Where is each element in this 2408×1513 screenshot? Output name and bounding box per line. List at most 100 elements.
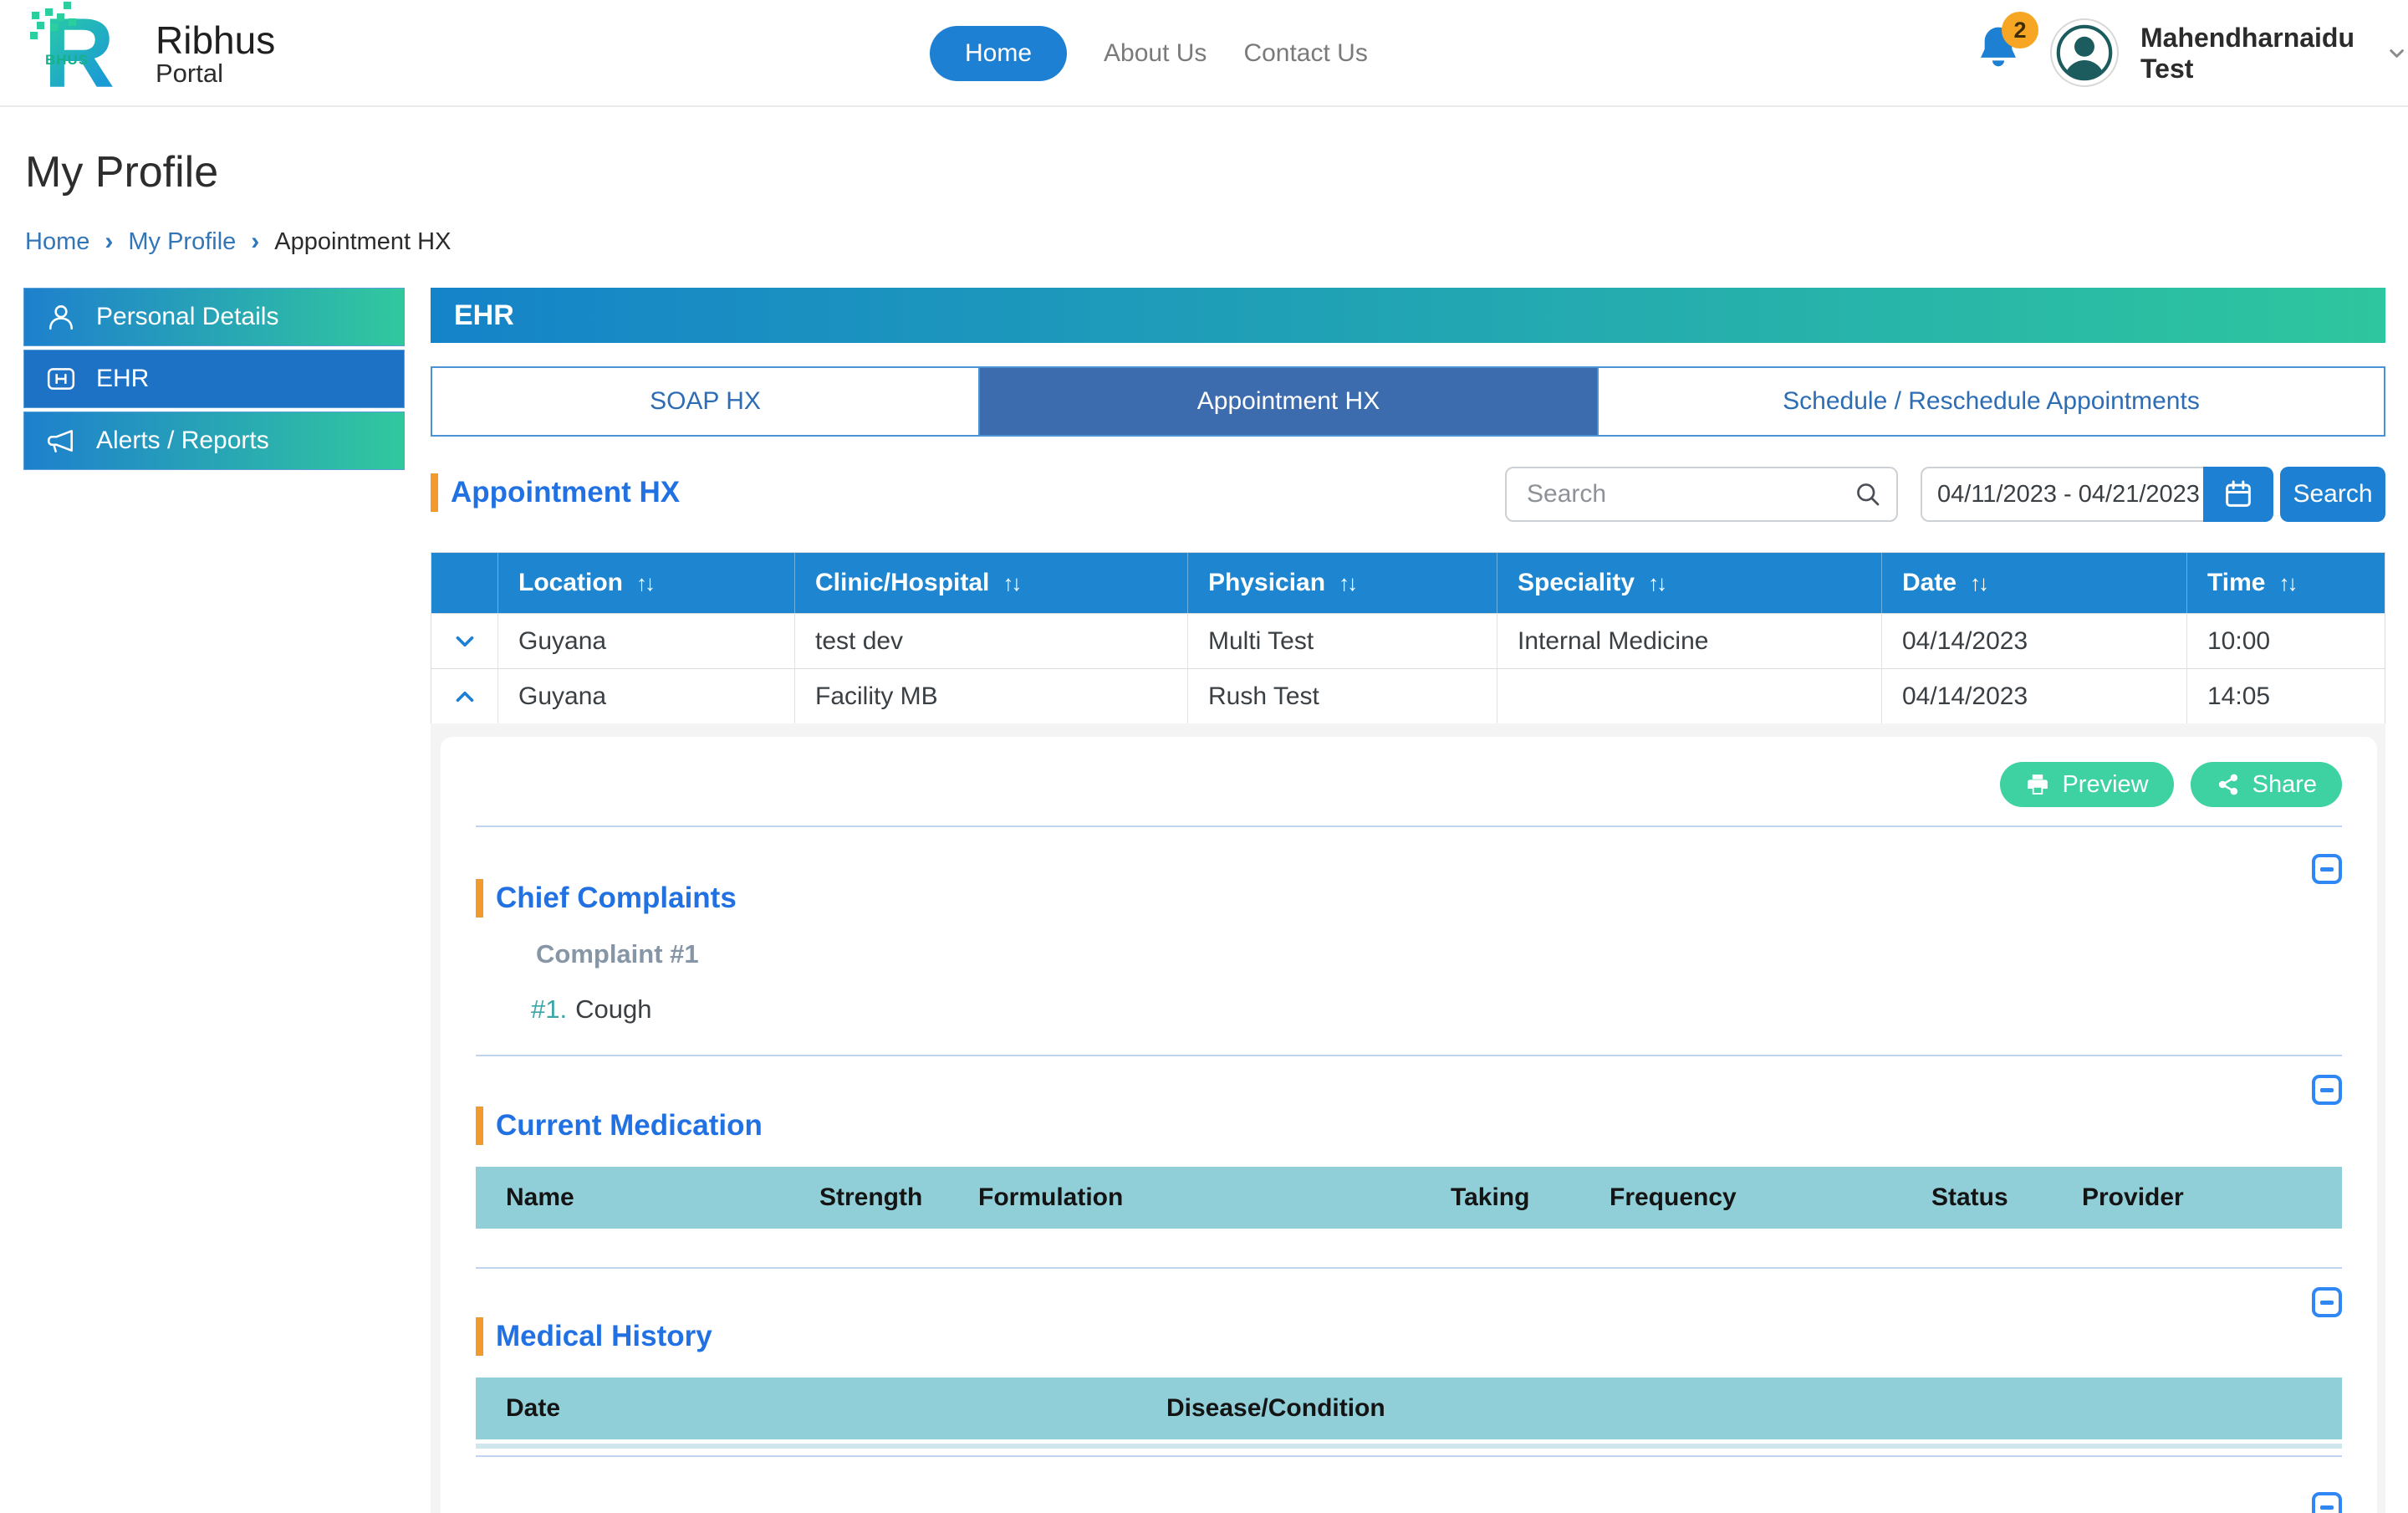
row-time: 10:00 (2207, 627, 2270, 656)
col-speciality[interactable]: Speciality ↑↓ (1497, 553, 1882, 613)
sidebar-item-ehr[interactable]: EHR (23, 350, 405, 408)
col-physician[interactable]: Physician ↑↓ (1188, 553, 1497, 613)
chief-complaints-heading: Chief Complaints (476, 827, 2342, 918)
minus-icon (2320, 867, 2334, 872)
nav-about-us[interactable]: About Us (1104, 39, 1207, 68)
sidebar-item-alerts-reports[interactable]: Alerts / Reports (23, 411, 405, 470)
search-input[interactable] (1505, 467, 1898, 522)
section-title: Medical History (496, 1320, 712, 1353)
user-name: Mahendharnaidu Test (2140, 23, 2374, 84)
sidebar: Personal Details EHR Alerts / Reports (23, 288, 405, 473)
megaphone-icon (46, 426, 76, 456)
column-label: Speciality (1518, 569, 1635, 597)
collapse-section-button[interactable] (2312, 854, 2342, 884)
chief-complaints-section: Chief Complaints Complaint #1 #1.Cough (476, 827, 2342, 1025)
collapse-row-button[interactable] (431, 669, 498, 723)
row-clinic: Facility MB (815, 682, 938, 711)
appointment-hx-heading: Appointment HX (431, 473, 680, 512)
med-col-provider: Provider (2052, 1183, 2342, 1212)
section-title: Appointment HX (451, 476, 680, 509)
sidebar-item-personal-details[interactable]: Personal Details (23, 288, 405, 346)
expanded-detail-area: Preview Share (431, 723, 2385, 1513)
tab-label: Schedule / Reschedule Appointments (1783, 387, 2200, 416)
orange-accent-bar (476, 1107, 483, 1145)
user-menu[interactable]: Mahendharnaidu Test (2140, 0, 2408, 107)
brand-logo[interactable]: R BHUS Ribhus Portal (43, 7, 275, 100)
sort-icon[interactable]: ↑↓ (1648, 570, 1665, 596)
minus-icon (2320, 1088, 2334, 1092)
col-time[interactable]: Time ↑↓ (2187, 553, 2385, 613)
sort-icon[interactable]: ↑↓ (1339, 570, 1355, 596)
row-physician: Rush Test (1208, 682, 1319, 711)
logo-r-icon: R BHUS (43, 7, 144, 100)
surgical-history-section: Surgical History Date Name (476, 1457, 2342, 1513)
table-underline (476, 1444, 2342, 1449)
orange-accent-bar (476, 879, 483, 918)
table-row: Guyana test dev Multi Test Internal Medi… (431, 613, 2385, 668)
collapse-section-button[interactable] (2312, 1492, 2342, 1513)
column-label: Date (1902, 569, 1956, 597)
tab-schedule-reschedule[interactable]: Schedule / Reschedule Appointments (1599, 368, 2384, 435)
calendar-button[interactable] (2203, 467, 2273, 522)
table-row-expanded: Guyana Facility MB Rush Test 04/14/2023 … (431, 668, 2385, 723)
row-clinic: test dev (815, 627, 903, 656)
breadcrumb-current: Appointment HX (274, 228, 451, 256)
row-location: Guyana (518, 627, 606, 656)
share-icon (2216, 772, 2241, 797)
sort-icon[interactable]: ↑↓ (1970, 570, 1987, 596)
search-icon[interactable] (1853, 479, 1883, 509)
filter-row: Appointment HX Search (431, 467, 2385, 524)
breadcrumb-home[interactable]: Home (25, 228, 89, 256)
share-label: Share (2252, 771, 2317, 799)
ehr-icon (46, 364, 76, 394)
complaint-text: Cough (575, 994, 651, 1024)
sort-icon[interactable]: ↑↓ (2278, 570, 2295, 596)
medical-history-section: Medical History Date Disease/Condition (476, 1269, 2342, 1449)
breadcrumb-my-profile[interactable]: My Profile (128, 228, 236, 256)
main-content: EHR SOAP HX Appointment HX Schedule / Re… (431, 288, 2385, 1513)
avatar[interactable] (2050, 18, 2119, 87)
tab-soap-hx[interactable]: SOAP HX (432, 368, 980, 435)
notifications-button[interactable]: 2 (1975, 22, 2033, 84)
collapse-section-button[interactable] (2312, 1287, 2342, 1317)
sort-icon[interactable]: ↑↓ (636, 570, 653, 596)
collapse-section-button[interactable] (2312, 1075, 2342, 1105)
search-button[interactable]: Search (2280, 467, 2385, 522)
current-medication-section: Current Medication Name Strength Formula… (476, 1056, 2342, 1229)
chevron-down-icon (2385, 40, 2408, 67)
ehr-tabs: SOAP HX Appointment HX Schedule / Resche… (431, 366, 2385, 437)
column-label: Location (518, 569, 623, 597)
med-col-name: Name (476, 1183, 789, 1212)
row-physician: Multi Test (1208, 627, 1314, 656)
expander-column-header (431, 553, 498, 613)
preview-button[interactable]: Preview (2000, 762, 2173, 807)
ehr-detail-panel: Preview Share (441, 737, 2377, 1513)
top-bar: R BHUS Ribhus Portal Home About Us Conta… (0, 0, 2408, 107)
row-location: Guyana (518, 682, 606, 711)
col-location[interactable]: Location ↑↓ (498, 553, 795, 613)
breadcrumb-chevron-icon: › (105, 227, 113, 256)
orange-accent-bar (431, 473, 438, 512)
nav-home[interactable]: Home (930, 26, 1067, 81)
avatar-person-icon (2054, 23, 2115, 83)
row-date: 04/14/2023 (1902, 627, 2028, 656)
sidebar-item-label: Personal Details (96, 303, 278, 331)
preview-label: Preview (2062, 771, 2148, 799)
tab-appointment-hx[interactable]: Appointment HX (980, 368, 1599, 435)
med-col-status: Status (1901, 1183, 2052, 1212)
medical-history-table-header: Date Disease/Condition (476, 1378, 2342, 1439)
tab-label: Appointment HX (1197, 387, 1380, 416)
share-button[interactable]: Share (2191, 762, 2342, 807)
logo-dots-icon (32, 12, 39, 19)
sort-icon[interactable]: ↑↓ (1002, 570, 1019, 596)
section-title: Chief Complaints (496, 882, 737, 915)
col-date[interactable]: Date ↑↓ (1882, 553, 2187, 613)
expand-row-button[interactable] (431, 614, 498, 668)
date-range-input[interactable] (1921, 467, 2203, 522)
medical-history-heading: Medical History (476, 1269, 2342, 1356)
appointment-table-header: Location ↑↓ Clinic/Hospital ↑↓ Physician… (431, 553, 2385, 613)
nav-contact-us[interactable]: Contact Us (1243, 39, 1367, 68)
breadcrumb: Home › My Profile › Appointment HX (25, 227, 451, 256)
notification-badge: 2 (2002, 12, 2038, 49)
col-clinic-hospital[interactable]: Clinic/Hospital ↑↓ (795, 553, 1188, 613)
